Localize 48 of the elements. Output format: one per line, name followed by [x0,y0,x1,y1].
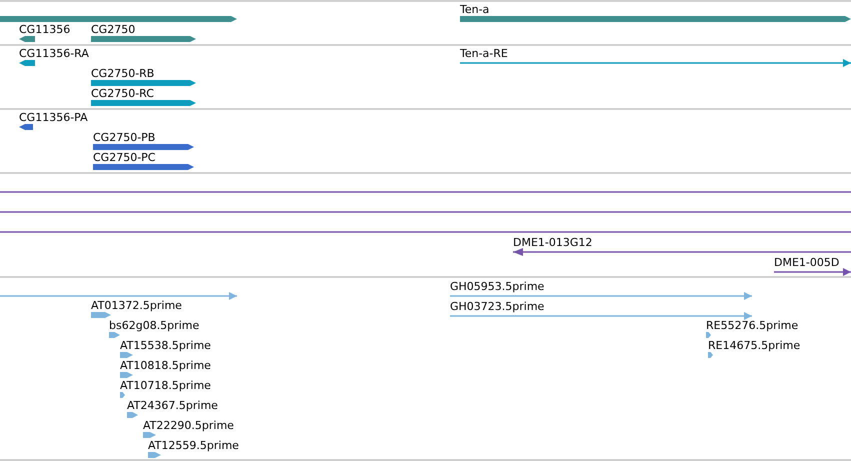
feature-bar[interactable] [93,144,194,150]
feature-line[interactable] [774,268,851,276]
feature-line[interactable] [0,231,851,233]
feature-label: GH05953.5prime [450,280,544,293]
feature-line[interactable] [0,211,851,213]
feature-bar[interactable] [706,332,711,338]
feature-label: RE14675.5prime [708,339,800,352]
feature-label: AT22290.5prime [143,419,234,432]
feature-label: AT24367.5prime [127,399,218,412]
feature-label: CG2750 [91,23,136,36]
feature-label: CG2750-RC [91,87,154,100]
feature-label: AT12559.5prime [148,439,239,452]
feature-line[interactable] [460,59,851,67]
feature-bar[interactable] [19,124,33,130]
feature-label: Ten-a [460,3,490,16]
feature-line[interactable] [513,248,851,256]
feature-label: AT15538.5prime [120,339,211,352]
feature-bar[interactable] [91,36,196,42]
feature-bar[interactable] [91,100,196,106]
feature-label: CG2750-PC [93,151,156,164]
feature-label: Ten-a-RE [460,47,508,60]
feature-label: AT01372.5prime [91,299,182,312]
feature-label: bs62g08.5prime [109,319,200,332]
feature-bar[interactable] [148,452,161,458]
feature-label: CG11356-PA [19,111,88,124]
feature-bar[interactable] [91,80,196,86]
feature-bar[interactable] [120,372,133,378]
feature-label: CG2750-PB [93,131,156,144]
feature-label: AT10718.5prime [120,379,211,392]
feature-bar[interactable] [120,352,133,358]
feature-bar[interactable] [19,60,35,66]
feature-label: CG11356 [19,23,70,36]
feature-label: CG11356-RA [19,47,89,60]
feature-line[interactable] [0,191,851,193]
feature-label: RE55276.5prime [706,319,798,332]
feature-bar[interactable] [91,312,111,318]
feature-bar[interactable] [143,432,156,438]
feature-bar[interactable] [127,412,138,418]
feature-bar[interactable] [109,332,120,338]
feature-label: GH03723.5prime [450,300,544,313]
feature-label: DME1-005D [774,256,840,269]
feature-bar[interactable] [708,352,713,358]
feature-bar[interactable] [93,164,194,170]
feature-bar[interactable] [120,392,125,398]
feature-bar[interactable] [19,36,35,42]
feature-label: DME1-013G12 [513,236,592,249]
feature-label: CG2750-RB [91,67,154,80]
feature-label: AT10818.5prime [120,359,211,372]
